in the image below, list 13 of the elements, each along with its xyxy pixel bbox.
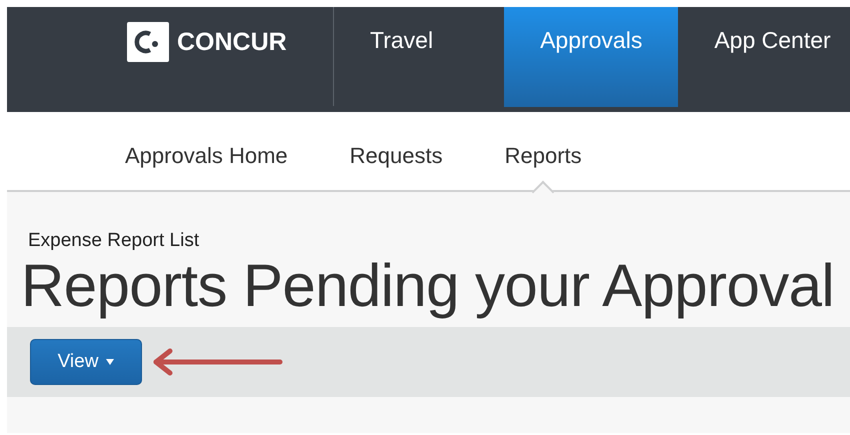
page-subtitle: Expense Report List xyxy=(27,229,200,253)
nav-tab[interactable]: App Center xyxy=(678,7,850,107)
nav-tab[interactable]: Travel xyxy=(370,7,504,107)
view-button[interactable]: View xyxy=(30,339,142,385)
arrow-icon xyxy=(152,347,284,377)
nav-tab[interactable]: Approvals xyxy=(504,7,678,107)
logo-icon xyxy=(126,21,170,63)
page-title: Reports Pending your Approval xyxy=(20,253,836,319)
subnav-tab[interactable]: Approvals Home xyxy=(125,142,288,170)
subnav-tab[interactable]: Requests xyxy=(350,142,443,170)
caret-icon xyxy=(106,359,114,365)
subnav-tab[interactable]: Reports xyxy=(504,142,582,170)
brand-name: CONCUR xyxy=(177,27,287,58)
